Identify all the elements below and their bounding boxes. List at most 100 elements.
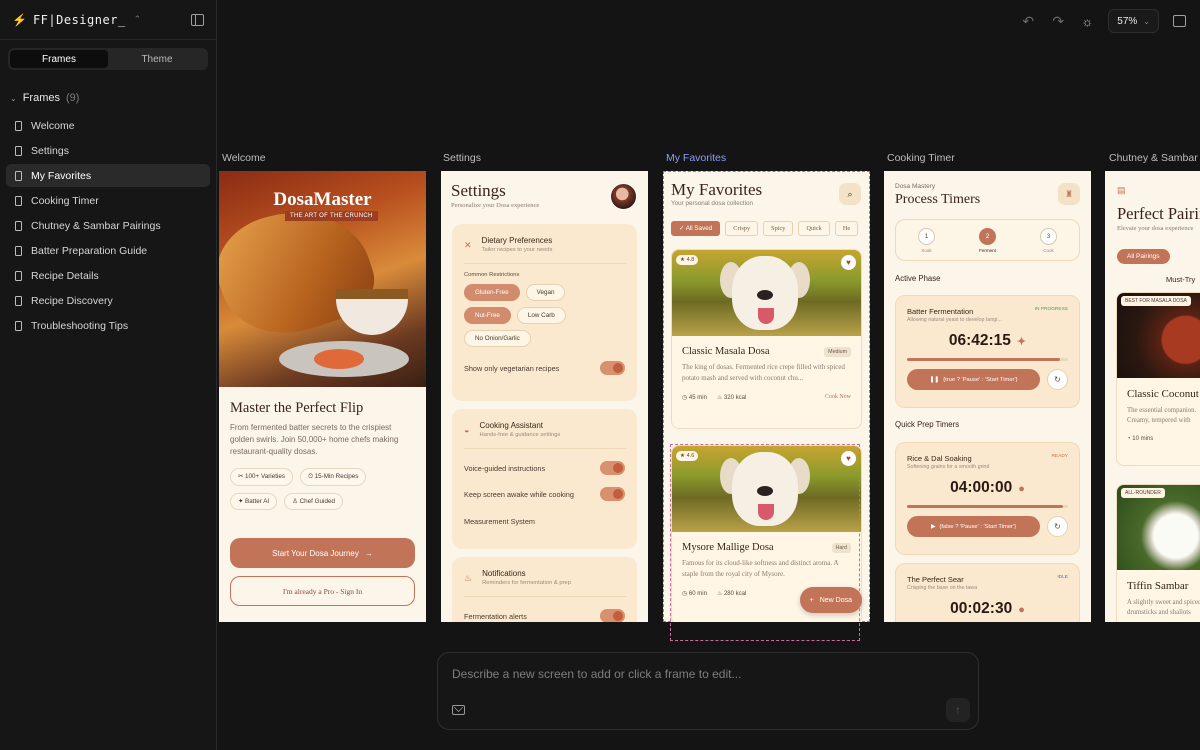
avatar[interactable] [610,183,637,210]
right-panel-toggle-icon[interactable] [1173,15,1186,27]
frame-item-my-favorites[interactable]: My Favorites [6,164,210,187]
frame-item-label: Chutney & Sambar Pairings [31,219,161,232]
filter-crispy[interactable]: Crispy [725,221,759,236]
sparkle-icon: ✦ [1016,336,1027,348]
sidebar-toggle-icon[interactable] [191,13,204,26]
redo-icon[interactable]: ↷ [1050,13,1066,30]
fermentation-toggle[interactable] [600,609,625,622]
sidebar-tabs: Frames Theme [8,48,208,70]
filter-quick[interactable]: Quick [798,221,830,236]
recipe-description: The king of dosas. Fermented rice crepe … [682,363,845,382]
frame-item-recipe-discovery[interactable]: Recipe Discovery [6,289,210,312]
frame-label-my-favorites[interactable]: My Favorites [666,152,726,164]
mail-icon[interactable] [452,705,465,715]
progress-bar [907,505,1068,508]
frame-item-settings[interactable]: Settings [6,139,210,162]
timer-card-title: Batter Fermentation [907,307,974,316]
timer-value: 04:00:00 [950,479,1013,496]
undo-icon[interactable]: ↶ [1020,13,1036,30]
card-subtitle: Tailor recipes to your needs [481,247,553,253]
welcome-title: Master the Perfect Flip [230,400,364,416]
app-logo-text[interactable]: FF|Designer_ [33,13,126,27]
timer-card: The Perfect Sear IDLE Crisping the base o… [895,563,1080,622]
frame-label-settings[interactable]: Settings [443,152,481,164]
card-title: Notifications [482,569,526,578]
tag-gluten-free[interactable]: Gluten-Free [464,284,520,301]
recipe-card[interactable]: ★ 4.8 ♥ Classic Masala Dosa Medium The ki… [671,249,862,429]
chevron-updown-icon[interactable]: ⌃ [134,14,142,25]
send-arrow-icon[interactable]: ↑ [946,698,970,722]
frame-item-troubleshooting[interactable]: Troubleshooting Tips [6,314,210,337]
chevron-down-icon: ⌄ [1143,16,1150,26]
card-subtitle: Reminders for fermentation & prep [482,580,572,586]
designer-app: ⚡ FF|Designer_ ⌃ Frames Theme ⌄ Frames (… [0,0,1200,750]
tag-no-onion-garlic[interactable]: No Onion/Garlic [464,330,531,347]
pairing-image: ALL-ROUNDER [1117,485,1200,570]
timer-value: 00:02:30 [950,600,1013,617]
chevron-down-icon[interactable]: ⌄ [10,94,17,103]
tag-nut-free[interactable]: Nut-Free [464,307,511,324]
time-meta: ◷ 45 min [682,395,707,401]
reset-icon[interactable]: ↻ [1047,516,1068,537]
frame-item-cooking-timer[interactable]: Cooking Timer [6,189,210,212]
frame-chutney-sambar[interactable]: ▤ Perfect Pairings Elevate your dosa exp… [1105,171,1200,622]
frame-label-cooking-timer[interactable]: Cooking Timer [887,152,955,164]
frame-label-chutney[interactable]: Chutney & Sambar [1109,152,1198,164]
sign-in-button[interactable]: I'm already a Pro - Sign In [230,576,415,606]
chef-hat-icon[interactable]: ♜ [1058,183,1080,205]
tag-vegan[interactable]: Vegan [525,284,566,301]
recipe-title: Classic Masala Dosa [682,346,770,357]
start-timer-button[interactable]: ▶ {false ? 'Pause' : 'Start Timer'} [907,516,1040,537]
frame-item-batter-guide[interactable]: Batter Preparation Guide [6,239,210,262]
prompt-input[interactable] [452,667,932,687]
theme-toggle-icon[interactable]: ☼ [1080,14,1094,29]
frame-item-recipe-details[interactable]: Recipe Details [6,264,210,287]
frame-label-welcome[interactable]: Welcome [222,152,266,164]
zoom-value: 57% [1117,15,1138,27]
veg-only-toggle[interactable] [600,361,625,375]
measurement-label[interactable]: Measurement System [464,517,535,526]
assistant-card: ◒ Cooking Assistant Hands-free & guidance … [452,409,637,549]
voice-toggle[interactable] [600,461,625,475]
heart-icon[interactable]: ♥ [841,255,856,270]
reset-icon[interactable]: ↻ [1047,369,1068,390]
awake-toggle[interactable] [600,487,625,501]
dietary-card: ✕ Dietary Preferences Tailor recipes to yo… [452,224,637,401]
filter-spicy[interactable]: Spicy [763,221,794,236]
filter-all-saved[interactable]: ✓ All Saved [671,221,721,236]
tag-low-carb[interactable]: Low Carb [516,307,566,324]
pairing-card[interactable]: BEST FOR MASALA DOSA Classic Coconut The… [1116,292,1200,466]
frame-my-favorites[interactable]: My Favorites Your personal dosa collecti… [663,171,870,641]
frames-count: (9) [65,92,80,104]
frame-cooking-timer[interactable]: Dosa Mastery Process Timers ♜ 1 Soak 2 Fer… [884,171,1091,622]
cook-now-link[interactable]: Cook Now [825,394,851,401]
pause-icon: ❚❚ [929,376,940,383]
frames-section-header[interactable]: ⌄ Frames (9) [10,92,216,104]
pairing-meta: ◔ 10 mins [1127,436,1154,442]
frame-item-chutney-sambar[interactable]: Chutney & Sambar Pairings [6,214,210,237]
frame-welcome[interactable]: DosaMaster THE ART OF THE CRUNCH Master … [219,171,426,622]
zoom-dropdown[interactable]: 57% ⌄ [1108,9,1159,33]
all-pairings-chip[interactable]: All Pairings [1117,249,1170,264]
timer-title: Process Timers [895,192,981,207]
bell-icon: ♨ [464,573,473,583]
pairing-badge: BEST FOR MASALA DOSA [1121,296,1191,306]
pairing-card[interactable]: ALL-ROUNDER Tiffin Sambar A slightly swe… [1116,484,1200,622]
frame-settings[interactable]: Settings Personalize your Dosa experienc… [441,171,648,622]
frame-item-label: Cooking Timer [31,194,99,207]
pairing-description: A slightly sweet and spiced drumsticks a… [1127,599,1200,616]
difficulty-badge: Medium [824,346,851,357]
search-icon[interactable]: ⌕ [839,183,861,205]
timer-card-title: The Perfect Sear [907,575,964,584]
filter-more[interactable]: He [834,221,859,236]
sidebar: ⚡ FF|Designer_ ⌃ Frames Theme ⌄ Frames (… [0,0,217,750]
voice-label: Voice-guided instructions [464,463,546,473]
frame-item-welcome[interactable]: Welcome [6,114,210,137]
file-icon [15,220,22,231]
pause-button[interactable]: ❚❚ {true ? 'Pause' : 'Start Timer'} [907,369,1040,390]
restrictions-label: Common Restrictions [464,272,520,278]
file-icon [15,270,22,281]
tab-theme[interactable]: Theme [108,50,206,68]
tab-frames[interactable]: Frames [10,50,108,68]
start-journey-button[interactable]: Start Your Dosa Journey → [230,538,415,568]
